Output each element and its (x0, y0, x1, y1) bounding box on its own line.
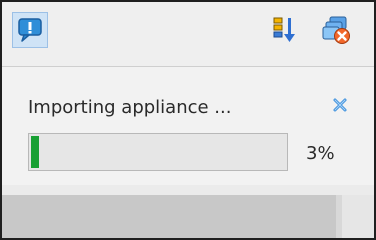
notification-title: Importing appliance ... (28, 97, 232, 118)
notification-item: Importing appliance ... 3% (2, 67, 374, 185)
sort-down-icon (273, 17, 295, 42)
message-bubble-icon (18, 18, 42, 42)
notification-center: Importing appliance ... 3% (0, 0, 376, 240)
progress-bar (28, 133, 288, 171)
side-gutter (342, 195, 374, 238)
sort-button[interactable] (268, 14, 300, 46)
progress-percent-label: 3% (306, 143, 335, 164)
messages-toggle-button[interactable] (12, 12, 48, 48)
notification-toolbar (2, 2, 374, 67)
progress-bar-fill (31, 136, 39, 168)
dismiss-all-button[interactable] (320, 14, 352, 46)
dismiss-all-icon (322, 16, 350, 44)
notification-list-empty-area (2, 195, 374, 238)
close-x-icon (333, 98, 347, 112)
cancel-button[interactable] (332, 97, 348, 113)
